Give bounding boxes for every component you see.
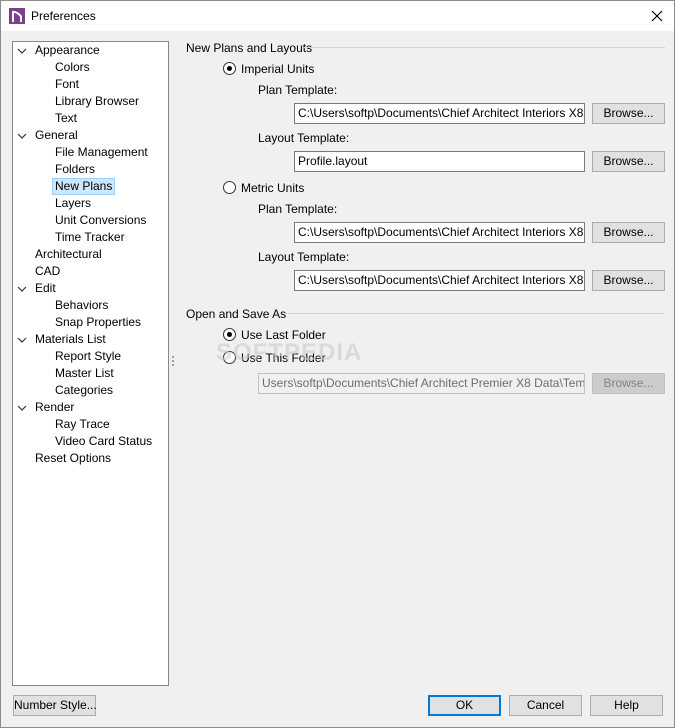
title-bar: Preferences: [1, 1, 674, 31]
tree-item-new-plans[interactable]: New Plans: [52, 178, 116, 195]
close-button[interactable]: [640, 1, 674, 31]
tree-item-video-card-status[interactable]: Video Card Status: [53, 433, 154, 450]
tree-item-master-list[interactable]: Master List: [53, 365, 116, 382]
tree-item-colors[interactable]: Colors: [53, 59, 92, 76]
metric-plan-browse-button[interactable]: Browse...: [592, 222, 665, 243]
new-plans-group-title: New Plans and Layouts: [186, 41, 313, 55]
chevron-down-icon[interactable]: [17, 131, 27, 141]
metric-plan-template-label: Plan Template:: [258, 202, 338, 216]
chevron-down-icon[interactable]: [17, 46, 27, 56]
group-divider: [304, 47, 665, 48]
metric-layout-template-label: Layout Template:: [258, 250, 350, 264]
softpedia-watermark: SOFTPEDIA: [216, 339, 363, 366]
imperial-units-label[interactable]: Imperial Units: [241, 62, 314, 76]
tree-item-ray-trace[interactable]: Ray Trace: [53, 416, 112, 433]
tree-item-file-management[interactable]: File Management: [53, 144, 150, 161]
help-button[interactable]: Help: [590, 695, 663, 716]
tree-item-unit-conversions[interactable]: Unit Conversions: [53, 212, 148, 229]
window-title: Preferences: [31, 9, 96, 23]
folder-path-field[interactable]: Users\softp\Documents\Chief Architect Pr…: [258, 373, 585, 394]
cancel-button[interactable]: Cancel: [509, 695, 582, 716]
chief-architect-app-icon: [9, 8, 25, 24]
chevron-down-icon[interactable]: [17, 284, 27, 294]
tree-item-appearance[interactable]: Appearance: [33, 42, 102, 59]
tree-item-time-tracker[interactable]: Time Tracker: [53, 229, 127, 246]
tree-item-snap-properties[interactable]: Snap Properties: [53, 314, 143, 331]
metric-plan-template-field[interactable]: C:\Users\softp\Documents\Chief Architect…: [294, 222, 585, 243]
group-divider: [282, 313, 665, 314]
metric-units-radio[interactable]: [223, 181, 236, 194]
folder-browse-button[interactable]: Browse...: [592, 373, 665, 394]
imperial-plan-browse-button[interactable]: Browse...: [592, 103, 665, 124]
preferences-window: Preferences Appearance Colors Font Libra…: [0, 0, 675, 728]
imperial-plan-template-field[interactable]: C:\Users\softp\Documents\Chief Architect…: [294, 103, 585, 124]
tree-item-edit[interactable]: Edit: [33, 280, 58, 297]
open-save-group-title: Open and Save As: [186, 307, 287, 321]
close-icon: [651, 10, 663, 22]
tree-item-behaviors[interactable]: Behaviors: [53, 297, 110, 314]
tree-item-report-style[interactable]: Report Style: [53, 348, 123, 365]
imperial-layout-browse-button[interactable]: Browse...: [592, 151, 665, 172]
tree-item-categories[interactable]: Categories: [53, 382, 115, 399]
splitter-grip[interactable]: [172, 356, 175, 370]
tree-item-reset-options[interactable]: Reset Options: [33, 450, 113, 467]
tree-item-cad[interactable]: CAD: [33, 263, 62, 280]
tree-item-library-browser[interactable]: Library Browser: [53, 93, 141, 110]
chevron-down-icon[interactable]: [17, 403, 27, 413]
tree-item-folders[interactable]: Folders: [53, 161, 97, 178]
tree-item-text[interactable]: Text: [53, 110, 79, 127]
imperial-layout-template-label: Layout Template:: [258, 131, 350, 145]
ok-button[interactable]: OK: [428, 695, 501, 716]
metric-layout-template-field[interactable]: C:\Users\softp\Documents\Chief Architect…: [294, 270, 585, 291]
imperial-plan-template-label: Plan Template:: [258, 83, 338, 97]
category-tree[interactable]: Appearance Colors Font Library Browser T…: [12, 41, 169, 686]
number-style-button[interactable]: Number Style...: [13, 695, 97, 716]
tree-item-font[interactable]: Font: [53, 76, 81, 93]
chevron-down-icon[interactable]: [17, 335, 27, 345]
tree-item-general[interactable]: General: [33, 127, 80, 144]
metric-units-label[interactable]: Metric Units: [241, 181, 304, 195]
tree-item-materials-list[interactable]: Materials List: [33, 331, 108, 348]
imperial-units-radio[interactable]: [223, 62, 236, 75]
imperial-layout-template-field[interactable]: Profile.layout: [294, 151, 585, 172]
metric-layout-browse-button[interactable]: Browse...: [592, 270, 665, 291]
tree-item-render[interactable]: Render: [33, 399, 76, 416]
tree-item-architectural[interactable]: Architectural: [33, 246, 104, 263]
tree-item-layers[interactable]: Layers: [53, 195, 93, 212]
